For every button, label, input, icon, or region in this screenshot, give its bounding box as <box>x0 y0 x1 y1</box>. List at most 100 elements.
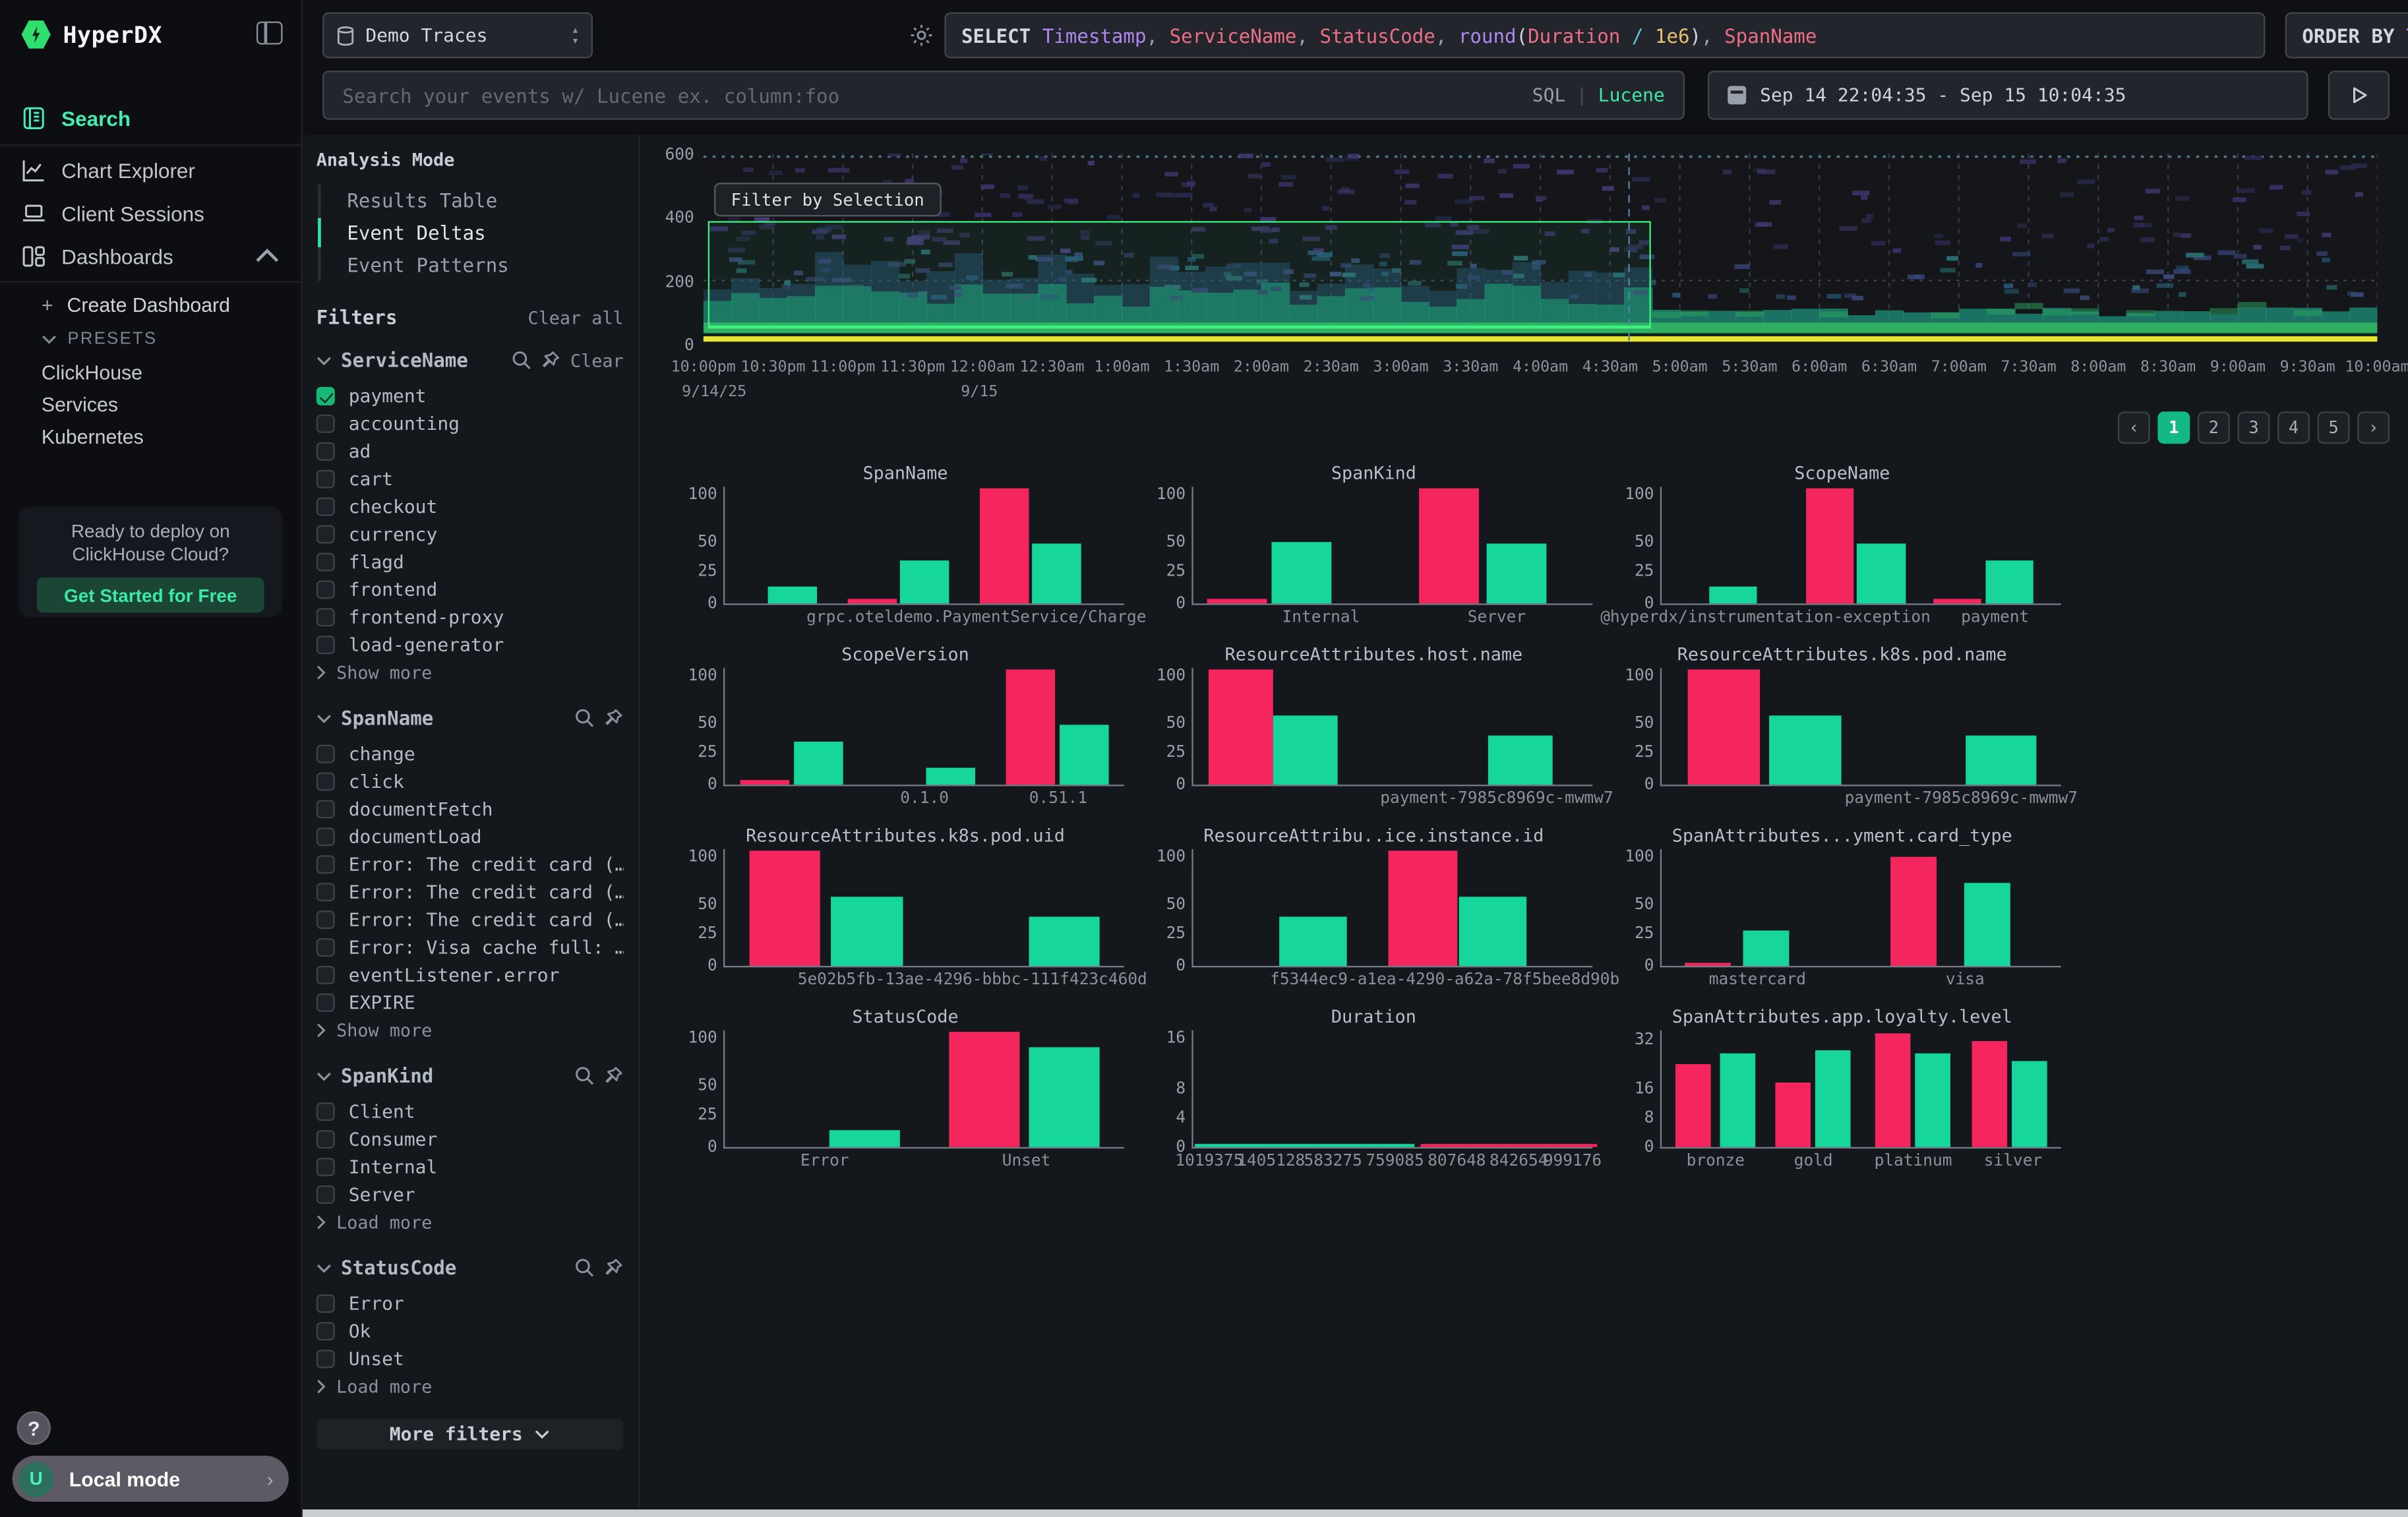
language-toggle[interactable]: SQL | Lucene <box>1532 84 1665 106</box>
search-icon[interactable] <box>574 708 594 728</box>
lucene-toggle[interactable]: Lucene <box>1598 84 1665 106</box>
chevron-down-icon[interactable] <box>316 713 332 723</box>
get-started-button[interactable]: Get Started for Free <box>37 578 264 613</box>
chevron-down-icon[interactable] <box>316 1263 332 1272</box>
filter-option-error-the-credit-card-[interactable]: Error: The credit card (… <box>316 850 624 878</box>
filter-section-name[interactable]: SpanName <box>341 706 433 729</box>
checkbox[interactable] <box>316 910 335 929</box>
order-by-input[interactable]: ORDER BY Timestamp DESC <box>2285 13 2408 59</box>
checkbox[interactable] <box>316 1102 335 1121</box>
filter-option-accounting[interactable]: accounting <box>316 410 624 438</box>
clear-section-button[interactable]: Clear <box>570 349 624 371</box>
mini-chart-resourceattributes-host-name[interactable]: ResourceAttributes.host.name02550100paym… <box>1139 642 1608 813</box>
checkbox[interactable] <box>316 608 335 626</box>
filter-option-error-the-credit-card-[interactable]: Error: The credit card (… <box>316 878 624 906</box>
app-logo[interactable]: HyperDX <box>22 20 162 49</box>
create-dashboard-button[interactable]: +Create Dashboard <box>0 285 301 322</box>
filter-option-consumer[interactable]: Consumer <box>316 1125 624 1153</box>
checkbox[interactable] <box>316 773 335 791</box>
filter-option-click[interactable]: click <box>316 768 624 796</box>
search-icon[interactable] <box>574 1065 594 1085</box>
filter-option-eventlistener-error[interactable]: eventListener.error <box>316 961 624 989</box>
checkbox[interactable] <box>316 470 335 489</box>
checkbox[interactable] <box>316 745 335 763</box>
filter-section-name[interactable]: SpanKind <box>341 1064 433 1087</box>
more-filters-button[interactable]: More filters <box>316 1419 624 1450</box>
mini-chart-scopeversion[interactable]: ScopeVersion025501000.1.00.51.1 <box>671 642 1139 813</box>
run-query-button[interactable] <box>2328 71 2390 120</box>
filter-by-selection-button[interactable]: Filter by Selection <box>714 183 941 216</box>
sql-toggle[interactable]: SQL <box>1532 84 1566 106</box>
show-more-button[interactable]: Show more <box>316 1017 624 1044</box>
pin-icon[interactable] <box>603 1065 623 1085</box>
checkbox[interactable] <box>316 827 335 846</box>
presets-toggle[interactable]: PRESETS <box>0 322 301 356</box>
preset-kubernetes[interactable]: Kubernetes <box>0 421 301 453</box>
checkbox[interactable] <box>316 1185 335 1204</box>
filter-option-currency[interactable]: currency <box>316 521 624 549</box>
filter-option-documentfetch[interactable]: documentFetch <box>316 795 624 823</box>
checkbox[interactable] <box>316 800 335 818</box>
mode-results-table[interactable]: Results Table <box>321 184 624 216</box>
checkbox[interactable] <box>316 1158 335 1176</box>
clear-all-button[interactable]: Clear all <box>527 307 623 328</box>
filter-option-internal[interactable]: Internal <box>316 1153 624 1181</box>
checkbox[interactable] <box>316 415 335 433</box>
pin-icon[interactable] <box>603 1258 623 1278</box>
page-button-3[interactable]: 3 <box>2237 411 2270 444</box>
mini-chart-resourceattributes-k8s-pod-name[interactable]: ResourceAttributes.k8s.pod.name02550100p… <box>1608 642 2076 813</box>
filter-option-client[interactable]: Client <box>316 1098 624 1125</box>
mini-chart-spankind[interactable]: SpanKind02550100InternalServer <box>1139 461 1608 632</box>
checkbox[interactable] <box>316 525 335 544</box>
checkbox[interactable] <box>316 552 335 571</box>
filter-option-frontend[interactable]: frontend <box>316 576 624 603</box>
checkbox[interactable] <box>316 636 335 654</box>
chevron-up-icon[interactable] <box>255 244 280 268</box>
sidebar-item-dashboards[interactable]: Dashboards <box>0 235 301 278</box>
mini-chart-scopename[interactable]: ScopeName02550100@hyperdx/instrumentatio… <box>1608 461 2076 632</box>
source-select[interactable]: Demo Traces ▴▾ <box>322 13 593 59</box>
filter-option-error-the-credit-card-[interactable]: Error: The credit card (… <box>316 906 624 934</box>
search-icon[interactable] <box>574 1258 594 1278</box>
filter-option-error-visa-cache-full-[interactable]: Error: Visa cache full: … <box>316 934 624 961</box>
horizontal-scrollbar[interactable] <box>303 1510 2408 1517</box>
checkbox[interactable] <box>316 966 335 984</box>
mode-event-deltas[interactable]: Event Deltas <box>321 216 624 249</box>
filter-option-payment[interactable]: payment <box>316 382 624 410</box>
sidebar-collapse-icon[interactable] <box>256 22 283 45</box>
filter-option-frontend-proxy[interactable]: frontend-proxy <box>316 603 624 631</box>
filter-option-ad[interactable]: ad <box>316 438 624 465</box>
lucene-search-input[interactable]: Search your events w/ Lucene ex. column:… <box>322 71 1685 120</box>
duration-heatmap[interactable]: Filter by Selection <box>704 154 2378 344</box>
checkbox[interactable] <box>316 1322 335 1340</box>
filter-option-load-generator[interactable]: load-generator <box>316 631 624 659</box>
checkbox[interactable] <box>316 442 335 461</box>
page-next-button[interactable]: › <box>2357 411 2390 444</box>
filter-section-name[interactable]: StatusCode <box>341 1256 456 1279</box>
sidebar-item-client-sessions[interactable]: Client Sessions <box>0 192 301 235</box>
filter-section-name[interactable]: ServiceName <box>341 349 468 372</box>
filter-option-ok[interactable]: Ok <box>316 1317 624 1345</box>
local-mode-button[interactable]: U Local mode › <box>13 1456 289 1502</box>
page-prev-button[interactable]: ‹ <box>2118 411 2150 444</box>
filter-option-server[interactable]: Server <box>316 1181 624 1208</box>
page-button-1[interactable]: 1 <box>2157 411 2190 444</box>
mini-chart-resourceattributes-k8s-pod-uid[interactable]: ResourceAttributes.k8s.pod.uid025501005e… <box>671 823 1139 994</box>
chevron-down-icon[interactable] <box>316 355 332 365</box>
show-more-button[interactable]: Show more <box>316 659 624 686</box>
mini-chart-spanattributes-yment-card-type[interactable]: SpanAttributes...yment.card_type02550100… <box>1608 823 2076 994</box>
sidebar-item-chart-explorer[interactable]: Chart Explorer <box>0 149 301 192</box>
filter-option-change[interactable]: change <box>316 740 624 768</box>
preset-clickhouse[interactable]: ClickHouse <box>0 356 301 388</box>
load-more-button[interactable]: Load more <box>316 1373 624 1400</box>
date-range-picker[interactable]: Sep 14 22:04:35 - Sep 15 10:04:35 <box>1708 71 2308 120</box>
heatmap-selection[interactable] <box>708 222 1650 326</box>
mini-chart-duration[interactable]: Duration04816101937514051285832757590858… <box>1139 1004 1608 1175</box>
search-icon[interactable] <box>512 350 531 370</box>
preset-services[interactable]: Services <box>0 388 301 421</box>
filter-option-error[interactable]: Error <box>316 1290 624 1317</box>
load-more-button[interactable]: Load more <box>316 1208 624 1236</box>
checkbox[interactable] <box>316 498 335 516</box>
checkbox[interactable] <box>316 994 335 1012</box>
checkbox[interactable] <box>316 1294 335 1313</box>
